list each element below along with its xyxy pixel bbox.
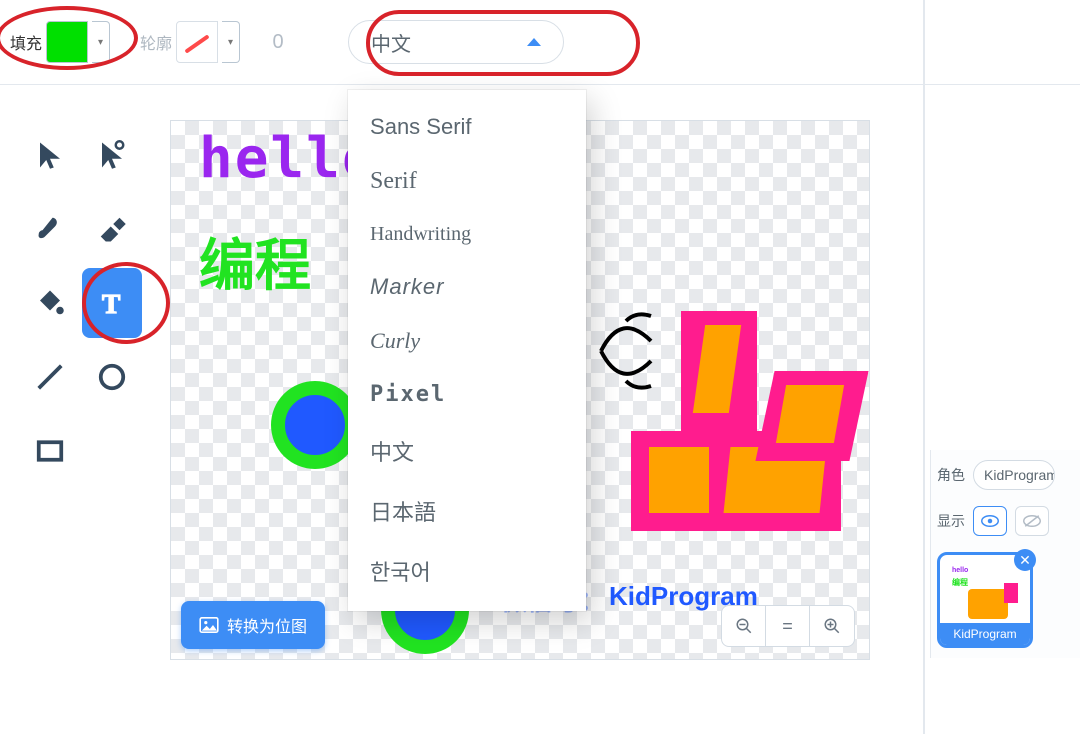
font-option[interactable]: Pixel	[348, 368, 586, 421]
font-family-select[interactable]: 中文	[348, 20, 564, 64]
fill-label: 填充	[10, 30, 42, 54]
role-label: 角色	[937, 465, 965, 485]
fill-color-group: 填充 ▾	[10, 21, 110, 63]
sprite-thumbnail-label: KidProgram	[940, 623, 1030, 645]
left-toolbox: T	[20, 120, 142, 486]
brush-tool[interactable]	[20, 194, 80, 264]
show-hidden-button[interactable]	[1015, 506, 1049, 536]
fill-tool[interactable]	[20, 268, 80, 338]
convert-to-bitmap-button[interactable]: 转换为位图	[181, 601, 325, 649]
show-label: 显示	[937, 511, 965, 531]
font-option[interactable]: Marker	[348, 260, 586, 314]
font-option[interactable]: 中文	[348, 421, 586, 481]
zoom-in-button[interactable]	[810, 606, 854, 646]
sprite-name-input[interactable]: KidProgram	[973, 460, 1055, 490]
text-tool[interactable]: T	[82, 268, 142, 338]
fill-color-swatch[interactable]	[46, 21, 88, 63]
sprite-thumbnail[interactable]: ✕ hello 编程 KidProgram	[937, 552, 1033, 648]
zoom-out-button[interactable]	[722, 606, 766, 646]
reshape-tool[interactable]	[82, 120, 142, 190]
sprite-thumbnail-art: hello 编程	[948, 563, 1022, 621]
font-family-menu: Sans SerifSerifHandwritingMarkerCurlyPix…	[348, 90, 586, 611]
canvas-orange-block-4[interactable]	[776, 385, 844, 443]
image-icon	[199, 617, 219, 633]
convert-label: 转换为位图	[227, 613, 307, 637]
right-divider	[923, 0, 925, 734]
caret-up-icon	[527, 38, 541, 46]
canvas-circle-1[interactable]	[271, 381, 359, 469]
font-option[interactable]: Curly	[348, 314, 586, 368]
eraser-tool[interactable]	[82, 194, 142, 264]
stroke-width-input[interactable]: 0	[248, 21, 308, 63]
canvas-line-art[interactable]	[591, 311, 661, 391]
svg-text:T: T	[102, 288, 120, 318]
circle-tool[interactable]	[82, 342, 142, 412]
canvas-text-cn[interactable]: 编程	[199, 221, 311, 302]
fill-color-dropdown[interactable]: ▾	[92, 21, 110, 63]
font-selected-label: 中文	[371, 28, 411, 57]
show-visible-button[interactable]	[973, 506, 1007, 536]
rect-tool[interactable]	[20, 416, 80, 486]
font-option[interactable]: 한국어	[348, 541, 586, 601]
toolbar-divider	[0, 84, 1080, 85]
font-option[interactable]: Serif	[348, 154, 586, 209]
top-toolbar: 填充 ▾ 轮廓 ▾ 0 中文 Sans SerifSerifHandwritin…	[0, 0, 1080, 84]
zoom-out-icon	[735, 617, 753, 635]
eye-off-icon	[1023, 514, 1041, 528]
outline-color-dropdown[interactable]: ▾	[222, 21, 240, 63]
zoom-in-icon	[823, 617, 841, 635]
canvas-scrollbar[interactable]	[869, 251, 870, 571]
canvas-orange-block-2[interactable]	[649, 447, 709, 513]
eye-icon	[981, 514, 999, 528]
select-tool[interactable]	[20, 120, 80, 190]
outline-color-group: 轮廓 ▾	[140, 21, 240, 63]
font-option[interactable]: Handwriting	[348, 209, 586, 260]
zoom-reset-button[interactable]: =	[766, 606, 810, 646]
font-option[interactable]: 日本語	[348, 481, 586, 541]
outline-color-swatch[interactable]	[176, 21, 218, 63]
sprite-panel: 角色 KidProgram 显示 ✕ hello 编程 KidProgram	[930, 450, 1080, 658]
zoom-controls: =	[721, 605, 855, 647]
line-tool[interactable]	[20, 342, 80, 412]
font-option[interactable]: Sans Serif	[348, 100, 586, 154]
outline-label: 轮廓	[140, 30, 172, 54]
